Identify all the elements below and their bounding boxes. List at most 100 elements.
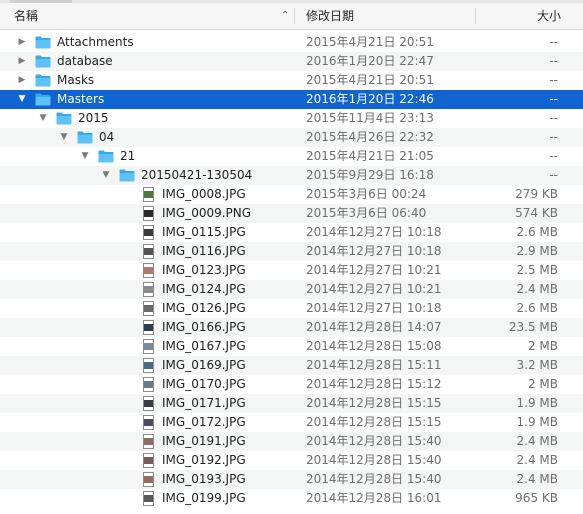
item-size: 1.9 MB: [516, 415, 558, 429]
item-name: IMG_0166.JPG: [162, 320, 246, 334]
folder-icon: [35, 74, 51, 87]
item-name: 04: [99, 130, 115, 144]
item-name: 21: [120, 149, 136, 163]
item-size: 279 KB: [515, 187, 558, 201]
item-name: IMG_0191.JPG: [162, 434, 246, 448]
item-size: 2.4 MB: [516, 434, 558, 448]
item-modified-date: 2014年12月28日 15:12: [306, 377, 442, 391]
item-name: IMG_0172.JPG: [162, 415, 246, 429]
image-file-icon: [143, 320, 154, 335]
image-file-icon: [143, 301, 154, 316]
item-name: Masters: [57, 92, 105, 106]
item-size: --: [549, 92, 558, 106]
item-name: IMG_0199.JPG: [162, 491, 246, 505]
folder-icon: [35, 36, 51, 49]
column-header-bar: 名稱 ⌃ 修改日期 大小: [0, 3, 583, 30]
item-modified-date: 2014年12月28日 16:01: [306, 491, 442, 505]
image-file-icon: [143, 282, 154, 297]
image-file-icon: [143, 187, 154, 202]
disclosure-collapsed-icon[interactable]: ▶: [16, 52, 28, 71]
disclosure-expanded-icon[interactable]: ▼: [100, 166, 112, 185]
image-thumbnail: [144, 286, 153, 293]
image-thumbnail: [144, 457, 153, 464]
file-row[interactable]: IMG_0169.JPG 2014年12月28日 15:11 3.2 MB: [0, 356, 583, 375]
item-modified-date: 2016年1月20日 22:47: [306, 54, 434, 68]
column-divider[interactable]: [294, 8, 295, 24]
item-size: 1.9 MB: [516, 396, 558, 410]
column-divider[interactable]: [475, 8, 476, 24]
image-thumbnail: [144, 343, 153, 350]
date-column-header[interactable]: 修改日期: [306, 3, 354, 29]
item-size: --: [549, 149, 558, 163]
folder-row[interactable]: ▼ 04 2015年4月26日 22:32 --: [0, 128, 583, 147]
item-name: IMG_0115.JPG: [162, 225, 246, 239]
name-column-header[interactable]: 名稱: [14, 3, 38, 29]
folder-row[interactable]: ▼ 2015 2015年11月4日 23:13 --: [0, 109, 583, 128]
item-modified-date: 2015年11月4日 23:13: [306, 111, 434, 125]
file-row[interactable]: IMG_0008.JPG 2015年3月6日 00:24 279 KB: [0, 185, 583, 204]
file-row[interactable]: IMG_0126.JPG 2014年12月27日 10:18 2.6 MB: [0, 299, 583, 318]
item-modified-date: 2014年12月28日 15:08: [306, 339, 442, 353]
file-row[interactable]: IMG_0170.JPG 2014年12月28日 15:12 2 MB: [0, 375, 583, 394]
disclosure-expanded-icon[interactable]: ▼: [79, 147, 91, 166]
item-modified-date: 2016年1月20日 22:46: [306, 92, 434, 106]
item-modified-date: 2014年12月27日 10:18: [306, 225, 442, 239]
item-modified-date: 2014年12月28日 15:40: [306, 453, 442, 467]
file-row[interactable]: IMG_0193.JPG 2014年12月28日 15:40 2.4 MB: [0, 470, 583, 489]
item-modified-date: 2014年12月27日 10:18: [306, 301, 442, 315]
item-modified-date: 2014年12月27日 10:21: [306, 263, 442, 277]
folder-row[interactable]: ▶ Masks 2015年4月21日 20:51 --: [0, 71, 583, 90]
image-file-icon: [143, 358, 154, 373]
folder-row[interactable]: ▼ 20150421-130504 2015年9月29日 16:18 --: [0, 166, 583, 185]
image-thumbnail: [144, 305, 153, 312]
image-file-icon: [143, 225, 154, 240]
file-row[interactable]: IMG_0115.JPG 2014年12月27日 10:18 2.6 MB: [0, 223, 583, 242]
size-column-header[interactable]: 大小: [537, 3, 561, 29]
image-file-icon: [143, 415, 154, 430]
image-thumbnail: [144, 191, 153, 198]
file-row[interactable]: IMG_0167.JPG 2014年12月28日 15:08 2 MB: [0, 337, 583, 356]
item-modified-date: 2015年3月6日 06:40: [306, 206, 427, 220]
folder-row[interactable]: ▶ database 2016年1月20日 22:47 --: [0, 52, 583, 71]
disclosure-expanded-icon[interactable]: ▼: [16, 90, 28, 109]
file-row[interactable]: IMG_0166.JPG 2014年12月28日 14:07 23.5 MB: [0, 318, 583, 337]
disclosure-collapsed-icon[interactable]: ▶: [16, 71, 28, 90]
folder-row[interactable]: ▶ Attachments 2015年4月21日 20:51 --: [0, 33, 583, 52]
folder-icon: [98, 150, 114, 163]
item-size: 2.9 MB: [516, 244, 558, 258]
folder-row[interactable]: ▼ 21 2015年4月21日 21:05 --: [0, 147, 583, 166]
item-size: 2.6 MB: [516, 301, 558, 315]
item-size: --: [549, 111, 558, 125]
folder-icon: [35, 55, 51, 68]
item-size: --: [549, 130, 558, 144]
file-row[interactable]: IMG_0124.JPG 2014年12月27日 10:21 2.4 MB: [0, 280, 583, 299]
file-row[interactable]: IMG_0009.PNG 2015年3月6日 06:40 574 KB: [0, 204, 583, 223]
item-modified-date: 2015年9月29日 16:18: [306, 168, 434, 182]
finder-list-view: 名稱 ⌃ 修改日期 大小 ▶ Attachments 2015年4月21日 20:5…: [0, 0, 583, 514]
item-modified-date: 2015年4月21日 21:05: [306, 149, 434, 163]
image-thumbnail: [144, 400, 153, 407]
item-modified-date: 2014年12月28日 15:15: [306, 415, 442, 429]
file-row[interactable]: IMG_0192.JPG 2014年12月28日 15:40 2.4 MB: [0, 451, 583, 470]
image-thumbnail: [144, 210, 153, 217]
file-row[interactable]: IMG_0199.JPG 2014年12月28日 16:01 965 KB: [0, 489, 583, 508]
item-size: --: [549, 168, 558, 182]
disclosure-collapsed-icon[interactable]: ▶: [16, 33, 28, 52]
item-size: 2.4 MB: [516, 453, 558, 467]
item-modified-date: 2015年4月21日 20:51: [306, 35, 434, 49]
file-row[interactable]: IMG_0116.JPG 2014年12月27日 10:18 2.9 MB: [0, 242, 583, 261]
file-row[interactable]: IMG_0123.JPG 2014年12月27日 10:21 2.5 MB: [0, 261, 583, 280]
image-file-icon: [143, 377, 154, 392]
image-file-icon: [143, 244, 154, 259]
image-thumbnail: [144, 229, 153, 236]
item-size: 574 KB: [515, 206, 558, 220]
file-row[interactable]: IMG_0171.JPG 2014年12月28日 15:15 1.9 MB: [0, 394, 583, 413]
folder-row[interactable]: ▼ Masters 2016年1月20日 22:46 --: [0, 90, 583, 109]
file-row[interactable]: IMG_0191.JPG 2014年12月28日 15:40 2.4 MB: [0, 432, 583, 451]
item-name: IMG_0192.JPG: [162, 453, 246, 467]
disclosure-expanded-icon[interactable]: ▼: [58, 128, 70, 147]
disclosure-expanded-icon[interactable]: ▼: [37, 109, 49, 128]
file-row[interactable]: IMG_0172.JPG 2014年12月28日 15:15 1.9 MB: [0, 413, 583, 432]
image-file-icon: [143, 206, 154, 221]
item-modified-date: 2014年12月28日 15:40: [306, 472, 442, 486]
